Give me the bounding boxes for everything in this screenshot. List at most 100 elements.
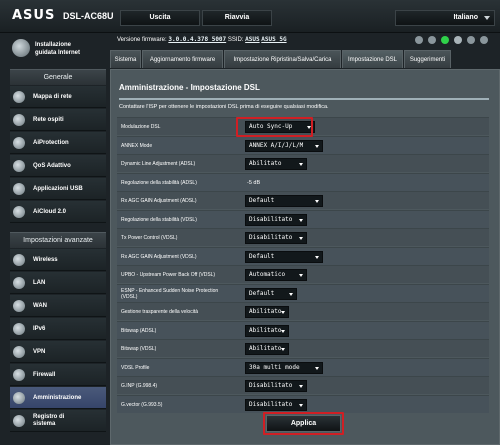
setting-select-value: Default <box>249 252 275 260</box>
sidebar-item-vpn[interactable]: VPN <box>10 341 106 363</box>
setting-select[interactable]: Default <box>245 250 323 263</box>
setting-row: Dynamic Line Adjustment (ADSL) Abilitato <box>117 154 489 172</box>
vpn-icon <box>13 346 25 358</box>
firmware-version-link[interactable]: 3.0.0.4.378_5007 <box>168 36 226 43</box>
sidebar-item-label: Registro di sistema <box>33 414 65 427</box>
sidebar-item-wireless[interactable]: Wireless <box>10 249 106 271</box>
tab-restore-save-upload[interactable]: Impostazione Ripristina/Salva/Carica <box>224 50 341 68</box>
advanced-section-header: Impostazioni avanzate <box>10 232 106 248</box>
setting-select[interactable]: Disabilitato <box>245 398 307 411</box>
setting-select[interactable]: Default <box>245 195 323 207</box>
sidebar-item-firewall[interactable]: Firewall <box>10 364 106 386</box>
setting-select[interactable]: Automatico <box>245 269 307 281</box>
ssid-5g-link[interactable]: ASUS_5G <box>261 36 286 43</box>
setting-select[interactable]: Disabilitato <box>245 232 307 244</box>
sidebar-item-wan[interactable]: WAN <box>10 295 106 317</box>
sidebar-item-registro-di-sistema[interactable]: Registro di sistema <box>10 410 106 432</box>
sidebar-item-qos-adattivo[interactable]: QoS Adattivo <box>10 155 106 177</box>
chevron-down-icon <box>289 292 293 296</box>
setting-select[interactable]: Disabilitato <box>245 213 307 226</box>
sidebar-item-lan[interactable]: LAN <box>10 272 106 294</box>
sidebar-item-label: WAN <box>33 302 47 309</box>
sidebar-item-ipv6[interactable]: IPv6 <box>10 318 106 340</box>
ssid-2g-link[interactable]: ASUS <box>245 36 259 43</box>
sidebar-item-label: VPN <box>33 348 46 355</box>
top-bar: ASUS DSL-AC68U Uscita Riavvia Italiano <box>0 0 500 33</box>
tab-feedback[interactable]: Suggerimenti <box>404 50 451 68</box>
sidebar-item-label: Wireless <box>33 256 58 263</box>
qos-adattivo-icon <box>13 160 25 172</box>
setting-select-value: Disabilitato <box>249 215 293 223</box>
setting-select[interactable]: Default <box>245 287 297 300</box>
setting-select[interactable]: ANNEX A/I/J/L/M <box>245 139 323 152</box>
chevron-down-icon <box>281 348 285 351</box>
language-select[interactable]: Italiano <box>395 10 495 26</box>
network-status-icon[interactable] <box>467 36 475 44</box>
setting-select-value: Default <box>249 197 275 204</box>
title-divider <box>119 98 489 100</box>
firmware-info: Versione firmware: 3.0.0.4.378_5007 SSID… <box>117 36 287 43</box>
quick-setup-link[interactable]: Installazione guidata Internet <box>10 35 106 63</box>
setting-select-value: Abilitato <box>249 308 282 315</box>
setting-label: ANNEX Mode <box>121 142 153 149</box>
logout-button[interactable]: Uscita <box>120 10 200 26</box>
setting-label: Dynamic Line Adjustment (ADSL) <box>121 161 196 167</box>
setting-select[interactable]: Abilitato <box>245 343 289 355</box>
sidebar-item-aiprotection[interactable]: AiProtection <box>10 132 106 154</box>
setting-row: VDSL Profile 30a multi mode <box>117 357 489 376</box>
setting-select-value: Abilitato <box>249 345 282 352</box>
app-icon[interactable] <box>415 36 423 44</box>
setting-label: Rx AGC GAIN Adjustment (ADSL) <box>121 198 197 204</box>
setting-select[interactable]: Abilitato <box>245 324 289 337</box>
setting-label: Modulazione DSL <box>121 124 161 130</box>
aiprotection-icon <box>13 137 25 149</box>
setting-label: Gestione trasparente della velocità <box>121 309 198 315</box>
sidebar-item-aicloud-2-0[interactable]: AiCloud 2.0 <box>10 201 106 223</box>
setting-select[interactable]: Abilitato <box>245 306 289 318</box>
internet-status-icon[interactable] <box>441 36 449 44</box>
sidebar-item-label: IPv6 <box>33 325 46 332</box>
sidebar-item-applicazioni-usb[interactable]: Applicazioni USB <box>10 178 106 200</box>
firmware-label: Versione firmware: <box>117 37 167 43</box>
usb-icon[interactable] <box>428 36 436 44</box>
model-name: DSL-AC68U <box>63 11 114 21</box>
general-section-header: Generale <box>10 69 106 85</box>
page-title: Amministrazione - Impostazione DSL <box>119 83 260 92</box>
tab-firmware-upgrade[interactable]: Aggiornamento firmware <box>142 50 223 68</box>
language-label: Italiano <box>453 14 478 21</box>
wifi-status-icon[interactable] <box>454 36 462 44</box>
sidebar-item-mappa-di-rete[interactable]: Mappa di rete <box>10 86 106 108</box>
chevron-down-icon <box>484 16 490 20</box>
registro-di-sistema-icon <box>13 415 25 427</box>
setting-select-value: Disabilitato <box>249 400 293 408</box>
amministrazione-icon <box>13 392 25 404</box>
sidebar-item-label: AiProtection <box>33 139 69 146</box>
tab-dsl-setting[interactable]: Impostazione DSL <box>342 50 403 68</box>
setting-label: G.vector (G.993.5) <box>121 401 163 408</box>
setting-select[interactable]: Abilitato <box>245 158 307 170</box>
ipv6-icon <box>13 323 25 335</box>
setting-row: G.INP (G.998.4) Disabilitato <box>117 376 489 394</box>
chevron-down-icon <box>299 218 303 222</box>
usb-storage-icon[interactable] <box>480 36 488 44</box>
setting-select-value: 30a multi mode <box>249 363 300 371</box>
tab-system[interactable]: Sistema <box>110 50 141 68</box>
sidebar-item-label: LAN <box>33 279 46 286</box>
setting-select[interactable]: Disabilitato <box>245 380 307 392</box>
sidebar-item-amministrazione[interactable]: Amministrazione <box>10 387 106 409</box>
setting-row: Rx AGC GAIN Adjustment (VDSL) Default <box>117 246 489 265</box>
chevron-down-icon <box>281 311 285 314</box>
setting-select-value: Abilitato <box>249 160 282 167</box>
setting-select[interactable]: 30a multi mode <box>245 361 323 374</box>
wireless-icon <box>13 254 25 266</box>
chevron-down-icon <box>299 274 303 277</box>
page-description: Contattare l'ISP per ottenere le imposta… <box>119 104 329 110</box>
sidebar-item-rete-ospiti[interactable]: Rete ospiti <box>10 109 106 131</box>
applicazioni-usb-icon <box>13 183 25 195</box>
setting-row: ESNP - Enhanced Sudden Noise Protection … <box>117 283 489 302</box>
sidebar-item-label: Mappa di rete <box>33 93 72 100</box>
setting-label: Rx AGC GAIN Adjustment (VDSL) <box>121 253 197 260</box>
chevron-down-icon <box>315 200 319 203</box>
reboot-button[interactable]: Riavvia <box>202 10 272 26</box>
setting-label: G.INP (G.998.4) <box>121 383 158 389</box>
